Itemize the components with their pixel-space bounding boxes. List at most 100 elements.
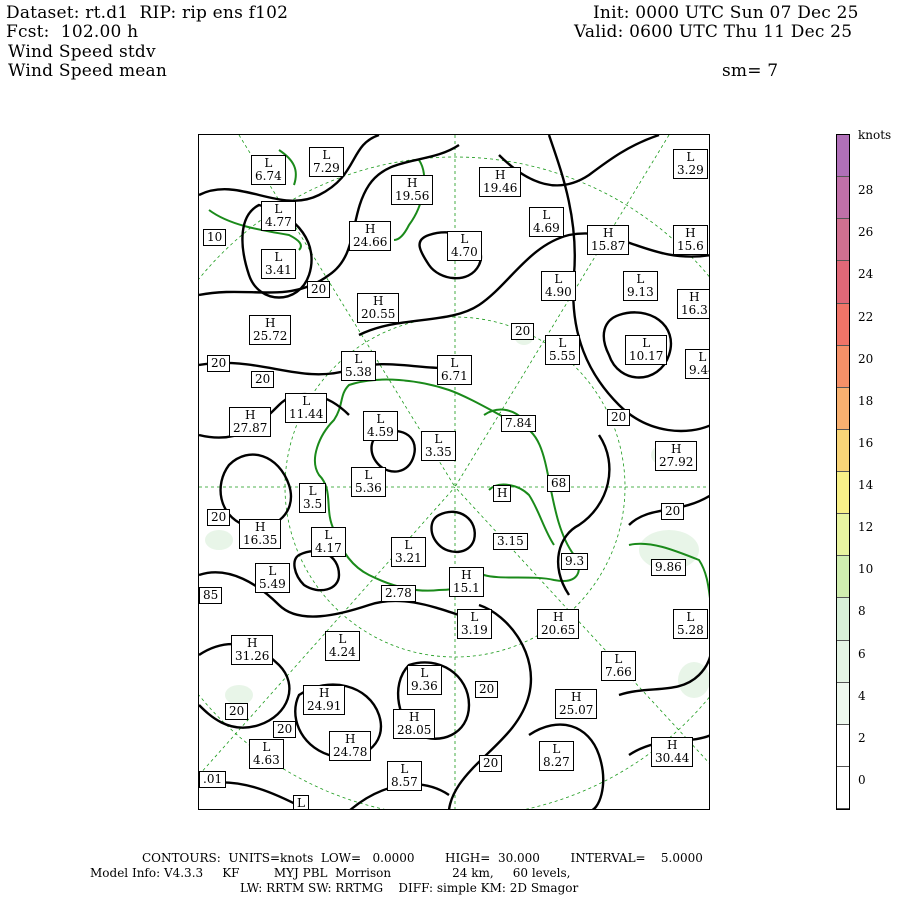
contour-label: H 19.56 [391, 175, 434, 205]
contour-label: 3.15 [493, 533, 528, 550]
extremum-value: 15.1 [453, 581, 480, 595]
extremum-value: 6.71 [441, 369, 468, 383]
contour-label: 20 [251, 371, 275, 388]
extremum-value: 9.36 [411, 679, 438, 693]
contour-label: L 3.41 [261, 249, 296, 279]
contour-label: H 15.6 [673, 225, 708, 255]
contour-label: L 3.5 [299, 483, 327, 513]
field-name-mean: Wind Speed mean [8, 61, 168, 81]
contour-label: L 11.44 [285, 393, 328, 423]
contour-label: 20 [479, 755, 503, 772]
colorbar-tick-label: 8 [858, 604, 866, 619]
extremum-value: 9.86 [655, 560, 682, 574]
extremum-value: 11.44 [289, 407, 324, 421]
extremum-value: 68 [551, 476, 567, 490]
extremum-value: 10.17 [629, 349, 664, 363]
contour-label: H 25.72 [249, 315, 292, 345]
contour-label: L 4.90 [541, 271, 576, 301]
contour-label: 9.3 [561, 553, 589, 570]
extremum-value: 6.74 [255, 169, 282, 183]
contour-label: L 5.36 [351, 467, 386, 497]
contour-label: H 20.65 [537, 609, 580, 639]
colorbar-segment [837, 177, 849, 220]
colorbar [836, 134, 850, 810]
contour-label: L 5.28 [673, 609, 708, 639]
contour-label: 20 [661, 503, 685, 520]
colorbar-tick-label: 6 [858, 646, 866, 661]
contour-label: 20 [607, 409, 631, 426]
extremum-value: 20 [277, 722, 293, 736]
extremum-value: 4.63 [253, 753, 280, 767]
contour-label: H 31.26 [231, 635, 274, 665]
extremum-type: L [297, 796, 305, 810]
extremum-value: 15.6 [677, 239, 704, 253]
extremum-value: 30.44 [655, 751, 690, 765]
contour-label: 68 [547, 475, 571, 492]
colorbar-segment [837, 345, 849, 388]
contour-label: H 16.35 [239, 519, 282, 549]
contour-label: 9.86 [651, 559, 686, 576]
extremum-value: 7.29 [313, 161, 340, 175]
contour-label: 2.78 [381, 585, 416, 602]
colorbar-segment [837, 724, 849, 767]
extremum-value: 8.57 [391, 775, 418, 789]
map-panel: L 6.74 L 7.29 H 19.56 H 19.46 L 3.29 L 4.77 10 H 24.66… [198, 134, 710, 810]
extremum-value: 3.21 [395, 551, 422, 565]
contour-label: H 16.3 [677, 289, 709, 319]
colorbar-tick-label: 26 [858, 225, 874, 240]
colorbar-tick-label: 2 [858, 730, 866, 745]
contour-label: .01 [199, 771, 227, 788]
contour-label: L 7.66 [601, 651, 636, 681]
footer-physics: LW: RRTM SW: RRTMG DIFF: simple KM: 2D S… [240, 881, 579, 895]
colorbar-segment [837, 303, 849, 346]
extremum-value: 20.55 [361, 307, 396, 321]
extremum-value: 8.27 [543, 755, 570, 769]
contour-label: 20 [207, 509, 231, 526]
extremum-value: 20 [311, 282, 327, 296]
extremum-value: 4.17 [315, 541, 342, 555]
extremum-type: H [497, 486, 508, 500]
extremum-value: 3.35 [425, 445, 452, 459]
colorbar-tick-label: 4 [858, 688, 866, 703]
smoothing-label: sm= 7 [722, 61, 779, 81]
colorbar-tick-label: 20 [858, 351, 874, 366]
extremum-value: 24.78 [333, 745, 368, 759]
colorbar-segment [837, 429, 849, 472]
extremum-value: 25.72 [253, 329, 288, 343]
colorbar-segment [837, 766, 849, 809]
extremum-value: 5.38 [345, 365, 372, 379]
contour-label: L 4.69 [529, 207, 564, 237]
extremum-value: 4.59 [367, 425, 394, 439]
colorbar-tick-label: 28 [858, 183, 874, 198]
footer-contours: CONTOURS: UNITS=knots LOW= 0.0000 HIGH= … [142, 851, 703, 865]
contour-label: H 19.46 [479, 167, 522, 197]
contour-label: H 27.87 [229, 407, 272, 437]
contour-label: L 4.63 [249, 739, 284, 769]
contour-label: 7.84 [501, 415, 536, 432]
extremum-value: 85 [203, 588, 219, 602]
contour-label: L 3.19 [457, 609, 492, 639]
colorbar-segment [837, 219, 849, 262]
contour-label: L 9.13 [623, 271, 658, 301]
contour-label: 20 [511, 323, 535, 340]
extremum-value: 4.69 [533, 221, 560, 235]
extremum-value: 4.24 [329, 645, 356, 659]
extremum-value: 4.70 [451, 245, 478, 259]
extremum-value: 9.13 [627, 285, 654, 299]
contour-label: L 3.29 [673, 149, 708, 179]
extremum-value: 27.87 [233, 421, 268, 435]
contour-label: L 7.29 [309, 147, 344, 177]
extremum-value: 20 [515, 324, 531, 338]
contour-label: L 3.21 [391, 537, 426, 567]
field-name-stdv: Wind Speed stdv [8, 42, 156, 62]
extremum-value: 5.36 [355, 481, 382, 495]
contour-label: L 8.57 [387, 761, 422, 791]
contour-label: L 3.35 [421, 431, 456, 461]
contour-label: 85 [199, 587, 223, 604]
contour-label: H 15.1 [449, 567, 484, 597]
colorbar-tick-label: 10 [858, 562, 874, 577]
extremum-value: 20 [229, 704, 245, 718]
extremum-value: 2.78 [385, 586, 412, 600]
extremum-value: 24.66 [353, 235, 388, 249]
extremum-value: 9.44 [689, 363, 709, 377]
